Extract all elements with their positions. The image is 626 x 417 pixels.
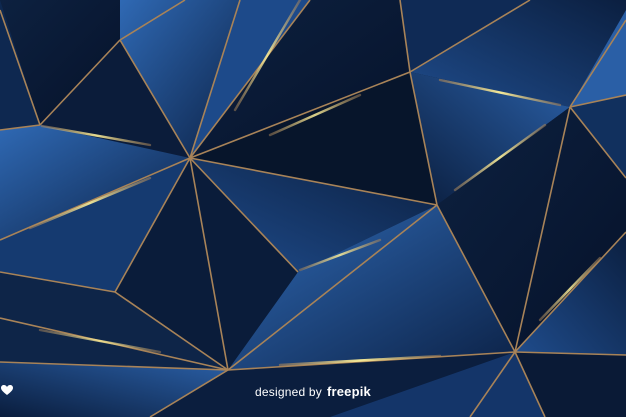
facets — [0, 0, 626, 417]
freepik-logo-icon — [1, 385, 13, 395]
polygon-art — [0, 0, 626, 417]
watermark-prefix: designed by — [255, 384, 322, 399]
watermark: designed by freepik — [0, 384, 626, 399]
watermark-brand: freepik — [326, 384, 371, 399]
polygon-background: designed by freepik — [0, 0, 626, 417]
